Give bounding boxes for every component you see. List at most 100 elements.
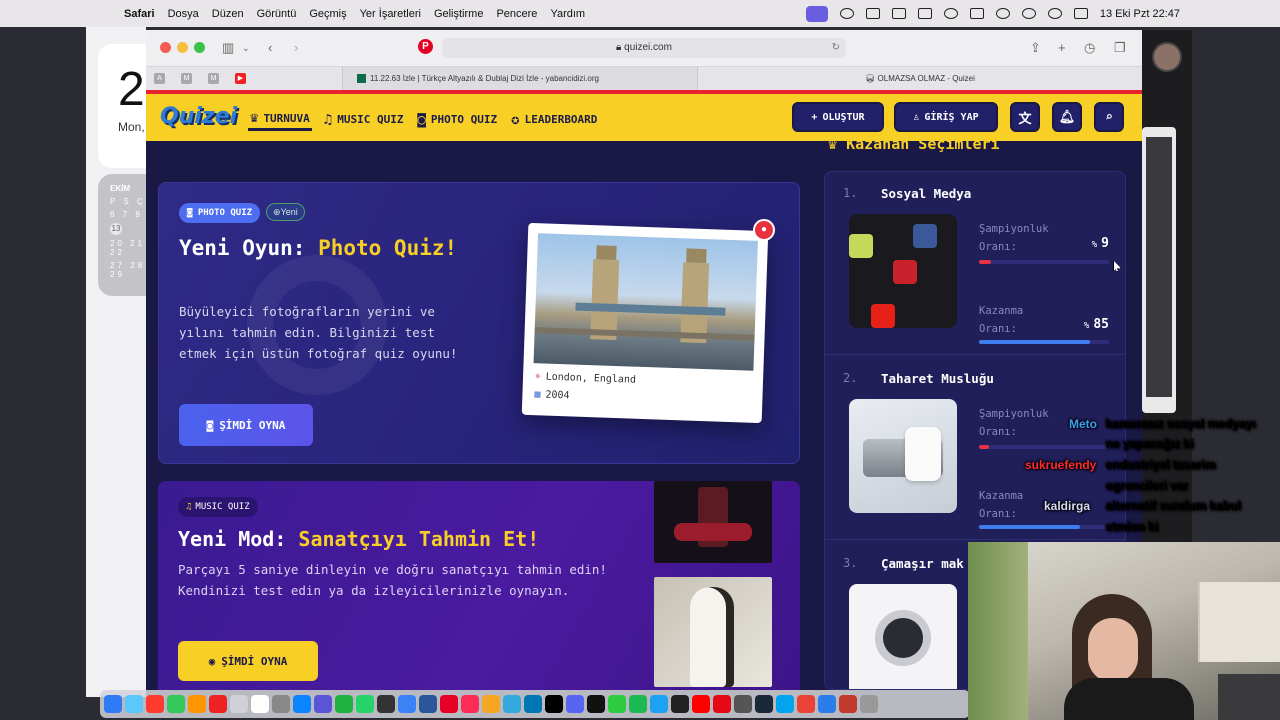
tab-quizei[interactable]: 🍔︎ OLMAZSA OLMAZ - Quizei bbox=[698, 67, 1142, 90]
youtube-icon[interactable]: ▶ bbox=[235, 73, 246, 84]
dock-app-icon[interactable] bbox=[755, 695, 773, 713]
dock-app-icon[interactable] bbox=[335, 695, 353, 713]
social-media-image bbox=[849, 214, 957, 328]
login-button[interactable]: ♙ GİRİŞ YAP bbox=[894, 102, 998, 132]
dock-app-icon[interactable] bbox=[671, 695, 689, 713]
forward-arrow-icon[interactable]: › bbox=[294, 40, 298, 55]
grid-app-icon[interactable] bbox=[865, 8, 880, 19]
play-music-quiz-button[interactable]: ◉ ŞİMDİ OYNA bbox=[178, 641, 318, 681]
dock-app-icon[interactable] bbox=[818, 695, 836, 713]
dock-app-icon[interactable] bbox=[146, 695, 164, 713]
display-icon[interactable] bbox=[891, 8, 906, 19]
dock-app-icon[interactable] bbox=[377, 695, 395, 713]
pinterest-favicon-icon[interactable]: P bbox=[418, 39, 433, 54]
menu-app-name[interactable]: Safari bbox=[124, 8, 155, 20]
dock-app-icon[interactable] bbox=[566, 695, 584, 713]
language-button[interactable]: 文 bbox=[1010, 102, 1040, 132]
history-clock-icon[interactable]: ◷ bbox=[1084, 40, 1095, 56]
dock-app-icon[interactable] bbox=[251, 695, 269, 713]
wifi-icon[interactable] bbox=[995, 8, 1010, 19]
dock-app-icon[interactable] bbox=[398, 695, 416, 713]
dock-app-icon[interactable] bbox=[797, 695, 815, 713]
menu-item-window[interactable]: Pencere bbox=[496, 8, 537, 20]
share-icon[interactable]: ⇪ bbox=[1030, 40, 1041, 56]
dock-app-icon[interactable] bbox=[524, 695, 542, 713]
dock-app-icon[interactable] bbox=[125, 695, 143, 713]
menu-item-file[interactable]: Dosya bbox=[168, 8, 199, 20]
dock-app-icon[interactable] bbox=[503, 695, 521, 713]
menu-item-develop[interactable]: Geliştirme bbox=[434, 8, 484, 20]
nav-photo-quiz[interactable]: ◙ PHOTO QUIZ bbox=[415, 108, 499, 131]
album-roses-art bbox=[674, 523, 752, 541]
screen-record-icon[interactable] bbox=[805, 5, 828, 22]
dock-app-icon[interactable] bbox=[461, 695, 479, 713]
tab-yabancidizi[interactable]: 11.22.63 İzle | Türkçe Altyazılı & Dubla… bbox=[342, 67, 698, 90]
dock-app-icon[interactable] bbox=[692, 695, 710, 713]
quizei-logo[interactable]: Quizei bbox=[160, 104, 237, 129]
back-arrow-icon[interactable]: ‹ bbox=[268, 40, 272, 55]
menu-item-view[interactable]: Görüntü bbox=[257, 8, 297, 20]
webcam-laptop bbox=[1218, 674, 1280, 720]
dock-app-icon[interactable] bbox=[482, 695, 500, 713]
dock-app-icon[interactable] bbox=[650, 695, 668, 713]
chevron-down-icon[interactable]: ⌄ bbox=[242, 43, 250, 54]
dock-app-icon[interactable] bbox=[629, 695, 647, 713]
webcam-person-body bbox=[1064, 678, 1194, 720]
dock-app-icon[interactable] bbox=[209, 695, 227, 713]
dock-app-icon[interactable] bbox=[440, 695, 458, 713]
dock-app-icon[interactable] bbox=[167, 695, 185, 713]
favorite-m2-icon[interactable]: M bbox=[208, 73, 219, 84]
sidebar-toggle-icon[interactable]: ▥ bbox=[222, 40, 234, 56]
menu-item-history[interactable]: Geçmiş bbox=[309, 8, 346, 20]
dock-app-icon[interactable] bbox=[776, 695, 794, 713]
dock-app-icon[interactable] bbox=[713, 695, 731, 713]
create-button[interactable]: + OLUŞTUR bbox=[792, 102, 884, 132]
dock-app-icon[interactable] bbox=[293, 695, 311, 713]
tab-overview-icon[interactable]: ❐ bbox=[1114, 40, 1126, 56]
dock-app-icon[interactable] bbox=[356, 695, 374, 713]
play-icon[interactable] bbox=[943, 8, 958, 19]
nav-leaderboard[interactable]: ✪ LEADERBOARD bbox=[509, 108, 599, 131]
favorite-m-icon[interactable]: M bbox=[181, 73, 192, 84]
badge-label: MUSIC QUIZ bbox=[195, 502, 250, 512]
dock-app-icon[interactable] bbox=[587, 695, 605, 713]
menu-clock[interactable]: 13 Eki Pzt 22:47 bbox=[1100, 8, 1180, 20]
menu-item-bookmarks[interactable]: Yer İşaretleri bbox=[360, 8, 421, 20]
new-tab-icon[interactable]: + bbox=[1058, 40, 1066, 55]
winner-name: Taharet Musluğu bbox=[881, 371, 994, 386]
favorite-a-icon[interactable]: A bbox=[154, 73, 165, 84]
menu-item-edit[interactable]: Düzen bbox=[212, 8, 244, 20]
menu-item-help[interactable]: Yardım bbox=[550, 8, 585, 20]
reload-icon[interactable]: ↻ bbox=[832, 38, 840, 58]
spotlight-search-icon[interactable] bbox=[1021, 8, 1036, 19]
dock-app-icon[interactable] bbox=[188, 695, 206, 713]
translate-icon: 文 bbox=[1018, 111, 1032, 127]
notifications-button[interactable]: 🔔︎ bbox=[1052, 102, 1082, 132]
dock-app-icon[interactable] bbox=[419, 695, 437, 713]
dock-app-icon[interactable] bbox=[734, 695, 752, 713]
dock-app-icon[interactable] bbox=[839, 695, 857, 713]
cloud-sync-icon[interactable] bbox=[839, 8, 854, 19]
dock-app-icon[interactable] bbox=[104, 695, 122, 713]
battery-icon[interactable] bbox=[969, 8, 984, 19]
dock-app-icon[interactable] bbox=[314, 695, 332, 713]
lock-icon: 🔒︎ bbox=[616, 42, 625, 53]
dock-app-icon[interactable] bbox=[230, 695, 248, 713]
volume-icon[interactable] bbox=[917, 8, 932, 19]
control-center-icon[interactable] bbox=[1073, 8, 1088, 19]
dock-app-icon[interactable] bbox=[272, 695, 290, 713]
zoom-window-button[interactable] bbox=[194, 42, 205, 53]
address-bar[interactable]: 🔒︎ quizei.com ↻ bbox=[442, 38, 846, 58]
search-button[interactable]: ⌕ bbox=[1094, 102, 1124, 132]
focus-moon-icon[interactable] bbox=[1047, 8, 1062, 19]
dock-app-icon[interactable] bbox=[545, 695, 563, 713]
avatar[interactable] bbox=[1152, 42, 1182, 72]
nav-music-quiz[interactable]: ♫ MUSIC QUIZ bbox=[322, 108, 406, 131]
minimize-window-button[interactable] bbox=[177, 42, 188, 53]
close-window-button[interactable] bbox=[160, 42, 171, 53]
dock-app-icon[interactable] bbox=[860, 695, 878, 713]
win-bar bbox=[979, 525, 1109, 529]
nav-tournament[interactable]: ♛ TURNUVA bbox=[248, 108, 312, 131]
dock-app-icon[interactable] bbox=[608, 695, 626, 713]
play-photo-quiz-button[interactable]: ◙ ŞİMDİ OYNA bbox=[179, 404, 313, 446]
